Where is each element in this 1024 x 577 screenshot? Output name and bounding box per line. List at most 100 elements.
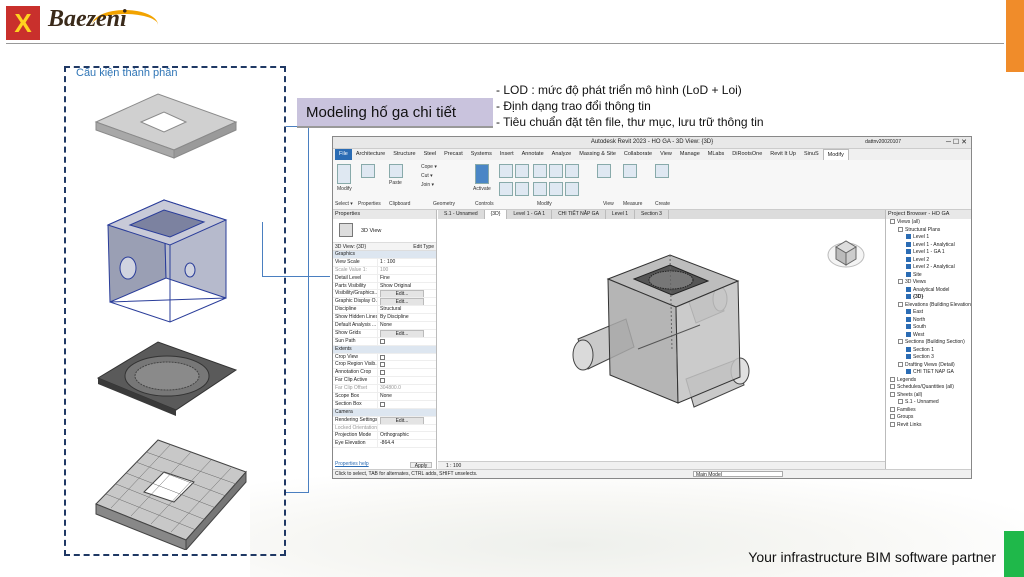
property-row[interactable]: Crop View [333,353,436,362]
instance-filter[interactable]: 3D View: {3D} Edit Type [333,243,436,251]
property-row[interactable]: Crop Region Visib... [333,361,436,370]
property-row[interactable]: Sun Path [333,337,436,346]
paste-button[interactable] [389,164,403,178]
property-row[interactable]: Eye Elevation -864.4 [333,440,436,449]
activate-button[interactable] [475,164,489,184]
ribbon-tab[interactable]: Architecture [352,149,389,160]
property-value[interactable]: Orthographic [377,432,436,440]
view-tab[interactable]: {3D} [484,210,508,219]
property-row[interactable]: Scope Box None [333,393,436,401]
property-value[interactable]: Edit... [377,329,436,337]
property-value[interactable] [377,337,436,345]
property-value[interactable]: Fine [377,274,436,282]
view-control-bar[interactable]: 1 : 100 [438,461,886,469]
property-row[interactable]: Projection Mode Orthographic [333,432,436,441]
browser-item[interactable]: Level 1 [886,234,971,242]
property-value[interactable]: Edit... [377,416,436,424]
pin-button[interactable] [565,182,579,196]
property-group[interactable]: Graphics [333,251,436,259]
ribbon-tab[interactable]: Steel [420,149,441,160]
browser-item[interactable]: South [886,324,971,332]
property-value[interactable] [377,424,436,432]
browser-item[interactable]: Schedules/Quantities (all) [886,384,971,392]
ribbon-tab[interactable]: Analyze [548,149,576,160]
view-tab[interactable]: Level 1 - GA 1 [507,210,553,219]
ribbon-tab[interactable]: Collaborate [620,149,656,160]
property-value[interactable]: Edit... [377,298,436,306]
type-selector[interactable]: 3D View [333,219,436,243]
create-button[interactable] [655,164,669,178]
mirror-button[interactable] [533,164,547,178]
join-button[interactable]: Join ▾ [421,182,434,188]
browser-item[interactable]: S.1 - Unnamed [886,399,971,407]
property-row[interactable]: Visibility/Graphics... Edit... [333,290,436,299]
property-value[interactable]: 100 [377,266,436,274]
property-row[interactable]: Default Analysis ... None [333,322,436,330]
ribbon-tab[interactable]: Revit It Up [766,149,800,160]
property-checkbox[interactable] [380,370,385,376]
property-value[interactable]: Edit... [377,290,436,298]
property-value[interactable]: 304800.0 [377,385,436,393]
property-value[interactable] [377,377,436,385]
view-button[interactable] [597,164,611,178]
property-checkbox[interactable] [380,354,385,360]
property-value[interactable]: -864.4 [377,440,436,448]
property-checkbox[interactable] [380,401,385,407]
property-value[interactable]: By Discipline [377,314,436,322]
ribbon-tab[interactable]: Systems [467,149,496,160]
ribbon-tab[interactable]: DiRootsOne [728,149,766,160]
property-row[interactable]: Section Box [333,400,436,409]
properties-button[interactable] [361,164,375,178]
ribbon-tab[interactable]: Manage [676,149,704,160]
browser-item[interactable]: Drafting Views (Detail) [886,361,971,370]
property-group[interactable]: Camera [333,408,436,417]
ribbon-tab[interactable]: File [335,149,352,160]
property-row[interactable]: Annotation Crop [333,369,436,378]
align-button[interactable] [499,164,513,178]
cope-button[interactable]: Cope ▾ [421,164,437,170]
property-edit-button[interactable]: Edit... [380,298,424,306]
ribbon-tab[interactable]: Annotate [518,149,548,160]
property-value[interactable] [377,400,436,408]
modify-button[interactable] [337,164,351,184]
property-edit-button[interactable]: Edit... [380,290,424,298]
browser-item[interactable]: Level 1 - GA 1 [886,249,971,257]
browser-item[interactable]: Sections (Building Section) [886,339,971,347]
browser-item[interactable]: North [886,316,971,325]
array-button[interactable] [533,182,547,196]
split-button[interactable] [565,164,579,178]
property-row[interactable]: Discipline Structural [333,306,436,315]
ribbon-tab[interactable]: Modify [822,148,849,161]
browser-item[interactable]: Legends [886,376,971,385]
property-row[interactable]: Parts Visibility Show Original [333,282,436,291]
property-checkbox[interactable] [380,362,385,368]
browser-item[interactable]: Groups [886,414,971,422]
browser-item[interactable]: Elevations (Building Elevation) [886,301,971,310]
browser-item[interactable]: Section 1 [886,346,971,355]
browser-item[interactable]: Families [886,406,971,415]
browser-item[interactable]: Level 1 - Analytical [886,241,971,250]
edit-type-button[interactable]: Edit Type [413,243,434,251]
property-row[interactable]: Show Hidden Lines By Discipline [333,314,436,323]
property-row[interactable]: Far Clip Active [333,377,436,386]
property-checkbox[interactable] [380,378,385,384]
ribbon-tab[interactable]: Precast [440,149,467,160]
property-row[interactable]: Scale Value 1: 100 [333,266,436,275]
apply-button[interactable]: Apply [410,462,432,469]
view-tab[interactable]: S.1 - Unnamed [438,210,485,219]
ribbon-tab[interactable]: View [656,149,676,160]
browser-item[interactable]: Structural Plans [886,226,971,235]
view-tab[interactable]: Section 3 [635,210,669,219]
ribbon-tab[interactable]: Structure [389,149,419,160]
view-tab[interactable]: CHI TIẾT NẮP GA [552,210,606,219]
revit-user[interactable]: dattnv20020107 [865,139,901,145]
browser-item[interactable]: Level 2 [886,256,971,265]
property-checkbox[interactable] [380,338,385,344]
scale-button[interactable] [549,182,563,196]
offset-button[interactable] [515,164,529,178]
property-group[interactable]: Extents [333,345,436,354]
property-row[interactable]: Rendering Settings Edit... [333,416,436,425]
ribbon-group-select[interactable]: Select ▾ [335,201,353,207]
property-value[interactable] [377,361,436,369]
properties-help-link[interactable]: Properties help [335,461,369,467]
